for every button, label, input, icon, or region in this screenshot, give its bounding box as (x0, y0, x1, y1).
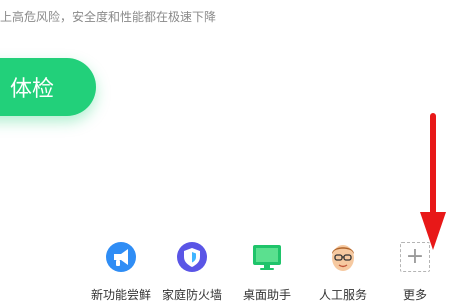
scan-button[interactable]: 体检 (0, 58, 96, 116)
tool-home-firewall[interactable]: 家庭防火墙 (157, 240, 227, 303)
tool-label: 桌面助手 (242, 288, 291, 302)
red-arrow-annotation (420, 113, 446, 250)
tool-new-features[interactable]: 新功能尝鲜 (86, 240, 156, 303)
tool-desktop-assistant[interactable]: 桌面助手 (232, 240, 302, 303)
security-notice-text: 上高危风险，安全度和性能都在极速下降 (0, 10, 217, 24)
shield-icon (175, 240, 209, 274)
megaphone-icon (104, 240, 138, 274)
tool-manual-service[interactable]: 人工服务 (308, 240, 378, 303)
scan-button-label: 体检 (9, 77, 54, 102)
tool-label: 人工服务 (318, 288, 367, 302)
tool-label: 家庭防火墙 (161, 288, 222, 302)
support-avatar-icon (326, 240, 360, 274)
tool-label: 更多 (402, 288, 427, 302)
tool-label: 新功能尝鲜 (90, 288, 151, 302)
monitor-icon (250, 240, 284, 274)
tool-bar: 新功能尝鲜 家庭防火墙 桌面助手 人工服务 + 更多 (0, 240, 450, 303)
